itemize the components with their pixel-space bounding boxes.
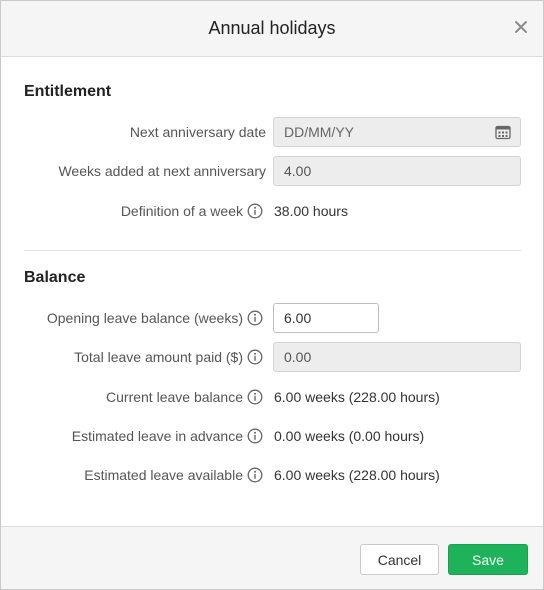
next-anniversary-row: Next anniversary date [1,117,543,147]
annual-holidays-dialog: Annual holidays Entitlement Next anniver… [0,0,544,590]
dialog-title: Annual holidays [208,18,336,38]
total-paid-field [273,342,521,372]
opening-balance-label: Opening leave balance (weeks) [46,310,243,326]
dialog-footer: Cancel Save [1,526,543,589]
advance-leave-row: Estimated leave in advance 0.00 weeks (0… [1,421,543,451]
current-balance-row: Current leave balance 6.00 weeks (228.00… [1,382,543,412]
next-anniversary-label: Next anniversary date [129,124,266,140]
available-leave-label: Estimated leave available [84,467,243,483]
calendar-icon[interactable] [495,124,511,140]
close-icon[interactable] [509,15,533,39]
opening-balance-row: Opening leave balance (weeks) [1,303,543,333]
current-balance-value: 6.00 weeks (228.00 hours) [274,389,440,405]
weeks-added-row: Weeks added at next anniversary [1,156,543,186]
total-paid-label: Total leave amount paid ($) [74,349,243,365]
dialog-header: Annual holidays [1,1,543,57]
info-icon[interactable] [247,467,263,483]
save-button[interactable]: Save [448,544,528,575]
definition-label: Definition of a week [120,203,243,219]
definition-row: Definition of a week 38.00 hours [1,196,543,226]
opening-balance-input[interactable] [273,303,379,333]
info-icon[interactable] [247,349,263,365]
current-balance-label: Current leave balance [106,389,243,405]
definition-value: 38.00 hours [274,203,348,219]
info-icon[interactable] [247,203,263,219]
total-paid-row: Total leave amount paid ($) [1,342,543,372]
section-divider [24,250,521,251]
available-leave-value: 6.00 weeks (228.00 hours) [274,467,440,483]
advance-leave-value: 0.00 weeks (0.00 hours) [274,428,425,444]
entitlement-heading: Entitlement [24,83,112,100]
info-icon[interactable] [247,389,263,405]
cancel-button[interactable]: Cancel [360,544,439,575]
weeks-added-label: Weeks added at next anniversary [58,163,266,179]
balance-heading: Balance [24,269,86,286]
advance-leave-label: Estimated leave in advance [71,428,243,444]
info-icon[interactable] [247,428,263,444]
available-leave-row: Estimated leave available 6.00 weeks (22… [1,460,543,490]
weeks-added-field [273,156,521,186]
info-icon[interactable] [247,310,263,326]
next-anniversary-date-field[interactable] [273,117,521,147]
